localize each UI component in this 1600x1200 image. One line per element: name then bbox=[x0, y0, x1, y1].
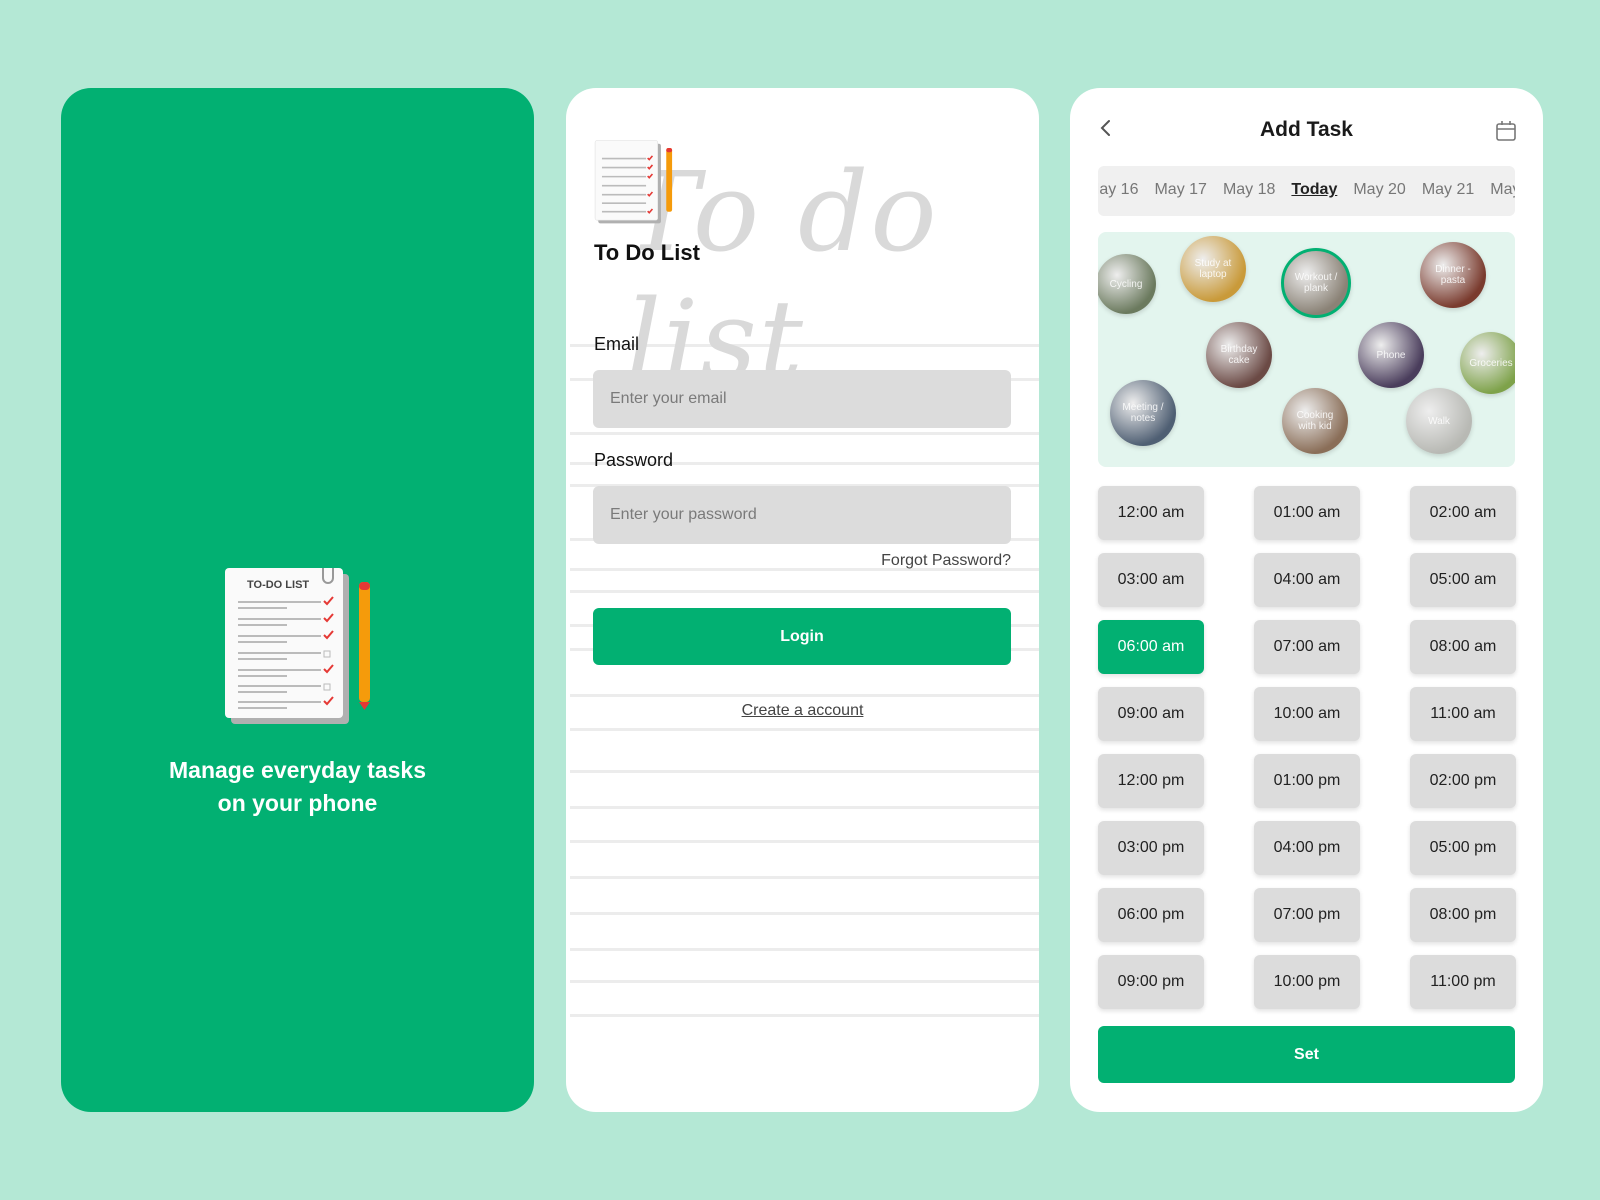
todo-list-logo-icon bbox=[594, 140, 673, 224]
time-slot-button[interactable]: 11:00 am bbox=[1410, 687, 1516, 741]
activity-photo[interactable]: Cycling bbox=[1098, 254, 1156, 314]
time-slot-button[interactable]: 02:00 am bbox=[1410, 486, 1516, 540]
page-title: Add Task bbox=[1260, 118, 1353, 141]
set-button[interactable]: Set bbox=[1098, 1026, 1515, 1083]
activity-photo-label: Cycling bbox=[1109, 278, 1143, 290]
activity-photo-label: Study at laptop bbox=[1194, 258, 1232, 280]
password-label: Password bbox=[594, 450, 674, 470]
time-slot-button[interactable]: 11:00 pm bbox=[1410, 955, 1516, 1009]
time-slot-button[interactable]: 02:00 pm bbox=[1410, 754, 1516, 808]
ruled-line bbox=[570, 840, 1039, 843]
time-slot-button[interactable]: 03:00 am bbox=[1098, 553, 1204, 607]
ruled-line bbox=[570, 694, 1039, 697]
ruled-line bbox=[570, 590, 1039, 593]
time-slot-button[interactable]: 10:00 am bbox=[1254, 687, 1360, 741]
activity-photo-panel: Cycling Study at laptop Workout / plank Din… bbox=[1098, 232, 1515, 467]
activity-photo[interactable]: Birthday cake bbox=[1206, 322, 1272, 388]
time-slot-button[interactable]: 05:00 am bbox=[1410, 553, 1516, 607]
time-slot-button[interactable]: 09:00 pm bbox=[1098, 955, 1204, 1009]
ruled-line bbox=[570, 1014, 1039, 1017]
activity-photo[interactable]: Study at laptop bbox=[1180, 236, 1246, 302]
date-tab[interactable]: May 17 bbox=[1154, 181, 1206, 199]
ruled-line bbox=[570, 432, 1039, 435]
ruled-line bbox=[570, 806, 1039, 809]
time-slot-button[interactable]: 06:00 pm bbox=[1098, 888, 1204, 942]
activity-photo-label: Cooking with kid bbox=[1296, 410, 1334, 432]
add-task-screen: Add Task May 16May 17May 18TodayMay 20Ma… bbox=[1070, 88, 1543, 1112]
time-slot-button[interactable]: 03:00 pm bbox=[1098, 821, 1204, 875]
ruled-line bbox=[570, 728, 1039, 731]
email-label: Email bbox=[594, 334, 640, 354]
ruled-line bbox=[570, 876, 1039, 879]
tagline-line-2: on your phone bbox=[217, 790, 378, 816]
time-slot-button[interactable]: 12:00 am bbox=[1098, 486, 1204, 540]
brand-name: To Do List bbox=[594, 240, 700, 265]
date-tab[interactable]: May 22 bbox=[1490, 181, 1515, 199]
activity-photo-label: Birthday cake bbox=[1220, 344, 1258, 366]
activity-photo-label: Groceries bbox=[1469, 357, 1513, 369]
activity-photo-label: Phone bbox=[1376, 349, 1406, 361]
time-slot-button[interactable]: 07:00 am bbox=[1254, 620, 1360, 674]
date-tab[interactable]: May 21 bbox=[1422, 181, 1474, 199]
date-selector: May 16 May 17 May 18 Today May 20 May 21 May 2… bbox=[1098, 166, 1515, 216]
activity-photo[interactable]: Groceries bbox=[1460, 332, 1515, 394]
time-slot-button[interactable]: 05:00 pm bbox=[1410, 821, 1516, 875]
date-tab[interactable]: May 16 bbox=[1098, 181, 1138, 199]
splash-screen: TO-DO LIST Manage everyday tasks on your… bbox=[61, 88, 534, 1112]
activity-photo[interactable]: Dinner - pasta bbox=[1420, 242, 1486, 308]
svg-text:TO-DO LIST: TO-DO LIST bbox=[247, 579, 309, 591]
activity-photo[interactable]: Walk bbox=[1406, 388, 1472, 454]
time-slot-button[interactable]: 01:00 am bbox=[1254, 486, 1360, 540]
activity-photo-label: Dinner - pasta bbox=[1435, 264, 1471, 286]
activity-photo-label: Walk bbox=[1428, 415, 1450, 427]
time-slot-button[interactable]: 04:00 am bbox=[1254, 553, 1360, 607]
activity-photo[interactable]: Cooking with kid bbox=[1282, 388, 1348, 454]
time-slot-button[interactable]: 06:00 am bbox=[1098, 620, 1204, 674]
date-tab[interactable]: Today bbox=[1291, 181, 1337, 199]
time-slot-button[interactable]: 08:00 am bbox=[1410, 620, 1516, 674]
activity-photo-label: Meeting / notes bbox=[1122, 402, 1164, 424]
ruled-line bbox=[570, 980, 1039, 983]
logo-watermark: To do list bbox=[626, 148, 939, 404]
activity-photo[interactable]: Phone bbox=[1358, 322, 1424, 388]
time-slot-grid: 12:00 am 01:00 am 02:00 am 03:00 am 04:00 am… bbox=[1098, 486, 1516, 1009]
activity-photo-label: Workout / plank bbox=[1294, 272, 1338, 294]
login-screen: To do list To Do List Email Password For… bbox=[566, 88, 1039, 1112]
time-slot-button[interactable]: 09:00 am bbox=[1098, 687, 1204, 741]
activity-photo[interactable]: Meeting / notes bbox=[1110, 380, 1176, 446]
ruled-line bbox=[570, 912, 1039, 915]
password-input[interactable] bbox=[593, 486, 1011, 544]
time-slot-button[interactable]: 04:00 pm bbox=[1254, 821, 1360, 875]
calendar-icon[interactable] bbox=[1494, 119, 1518, 143]
create-account-link[interactable]: Create a account bbox=[566, 702, 1039, 720]
time-slot-button[interactable]: 07:00 pm bbox=[1254, 888, 1360, 942]
date-tab[interactable]: May 20 bbox=[1353, 181, 1405, 199]
time-slot-button[interactable]: 10:00 pm bbox=[1254, 955, 1360, 1009]
ruled-line bbox=[570, 770, 1039, 773]
ruled-line bbox=[570, 948, 1039, 951]
tagline-line-1: Manage everyday tasks bbox=[169, 757, 426, 783]
activity-photo[interactable]: Workout / plank bbox=[1281, 248, 1351, 318]
date-tab[interactable]: May 18 bbox=[1223, 181, 1275, 199]
time-slot-button[interactable]: 12:00 pm bbox=[1098, 754, 1204, 808]
login-button[interactable]: Login bbox=[593, 608, 1011, 665]
forgot-password-link[interactable]: Forgot Password? bbox=[881, 552, 1011, 570]
time-slot-button[interactable]: 01:00 pm bbox=[1254, 754, 1360, 808]
time-slot-button[interactable]: 08:00 pm bbox=[1410, 888, 1516, 942]
splash-tagline: Manage everyday tasks on your phone bbox=[61, 754, 534, 820]
todo-list-illustration-icon: TO-DO LIST bbox=[225, 568, 370, 724]
email-input[interactable] bbox=[593, 370, 1011, 428]
